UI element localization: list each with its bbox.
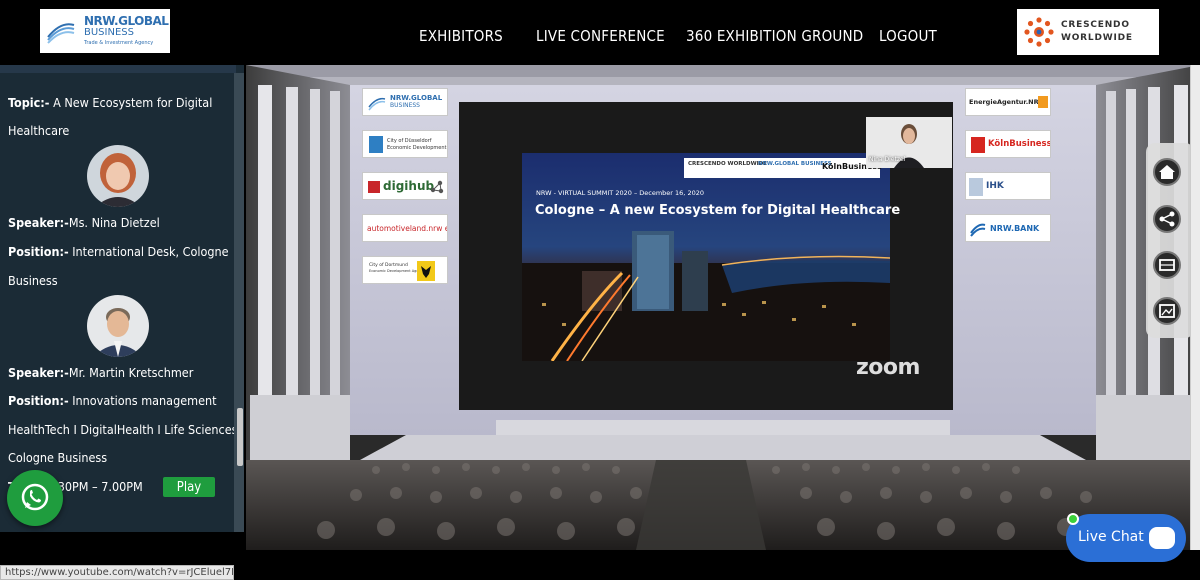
speaker-2-name: Mr. Martin Kretschmer <box>68 365 194 380</box>
nrw-logo-title: NRW.GLOBAL <box>84 14 169 28</box>
speaker-2-line: Speaker:-Mr. Martin Kretschmer <box>8 365 193 380</box>
sponsor-nrw-global-business[interactable]: NRW.GLOBAL BUSINESS <box>362 88 448 116</box>
speaker-avatar-martin <box>87 295 149 357</box>
speaker-1-label: Speaker:- <box>8 215 69 230</box>
topic-text: A New Ecosystem for Digital <box>53 95 213 110</box>
film-icon <box>1159 259 1175 271</box>
sponsor-automotiveland[interactable]: automotiveland.nrw e.V. <box>362 214 448 242</box>
play-button[interactable]: Play <box>163 477 215 497</box>
gallery-icon <box>1159 304 1175 318</box>
online-status-dot <box>1067 513 1079 525</box>
film-button[interactable] <box>1153 251 1181 279</box>
sponsor-dortmund-line1: City of Dortmund <box>369 263 408 268</box>
crescendo-sunburst-icon <box>1024 17 1054 47</box>
crescendo-logo-line1: CRESCENDO <box>1061 20 1130 30</box>
sponsor-ihk[interactable]: IHK <box>965 172 1051 200</box>
share-button[interactable] <box>1153 205 1181 233</box>
page-scroll-track[interactable] <box>1190 65 1200 550</box>
whatsapp-icon <box>21 483 49 511</box>
topic-line-1: Topic:- A New Ecosystem for Digital <box>8 95 212 110</box>
nav-logout[interactable]: LOGOUT <box>879 27 937 45</box>
speaker-avatar-nina <box>87 145 149 207</box>
position-2-label: Position:- <box>8 393 69 408</box>
position-1-text: International Desk, Cologne <box>72 244 229 259</box>
crescendo-worldwide-logo[interactable]: CRESCENDO WORLDWIDE <box>1017 9 1159 55</box>
sponsor-automotiveland-name: automotiveland.nrw e.V. <box>367 224 447 233</box>
position-2-line-3: Cologne Business <box>8 450 108 465</box>
sponsor-digihub[interactable]: digihub <box>362 172 448 200</box>
topic-line-2: Healthcare <box>8 123 70 138</box>
speaker-1-name: Ms. Nina Dietzel <box>68 215 160 230</box>
sponsor-duesseldorf-line1: City of Düsseldorf <box>387 138 432 144</box>
topic-label: Topic:- <box>8 95 50 110</box>
nrw-logo-tagline: Trade & Investment Agency <box>84 40 154 46</box>
nav-360-exhibition-ground[interactable]: 360 EXHIBITION GROUND <box>686 27 863 45</box>
position-1-label: Position:- <box>8 244 69 259</box>
presentation-slide <box>522 153 890 361</box>
sponsor-ihk-name: IHK <box>986 181 1004 191</box>
home-button[interactable] <box>1153 158 1181 186</box>
sponsor-nrw-bank-name: NRW.BANK <box>990 224 1040 233</box>
koeln-k-icon <box>971 137 985 153</box>
link-status-url: https://www.youtube.com/watch?v=rJCEluel… <box>0 565 234 580</box>
nrw-bank-mark-icon <box>970 223 986 237</box>
position-2-line: Position:- Innovations management <box>8 393 217 408</box>
live-chat-label: Live Chat <box>1078 529 1144 545</box>
slide-logos-strip: CRESCENDO WORLDWIDE NRW.GLOBAL BUSINESS … <box>684 158 882 178</box>
speaker-1-line: Speaker:-Ms. Nina Dietzel <box>8 215 160 230</box>
share-icon <box>1159 211 1175 227</box>
sponsor-nrw-line1: NRW.GLOBAL <box>390 94 443 102</box>
gallery-button[interactable] <box>1153 297 1181 325</box>
chat-bubble-icon <box>1149 527 1175 549</box>
speaker-photo-nina <box>87 145 149 207</box>
crescendo-logo-line2: WORLDWIDE <box>1061 33 1133 43</box>
nav-exhibitors[interactable]: EXHIBITORS <box>419 27 503 45</box>
energie-mark-icon <box>1038 96 1048 108</box>
home-icon <box>1159 165 1175 179</box>
nrw-logo-subtitle: BUSINESS <box>84 27 134 38</box>
speaker-2-label: Speaker:- <box>8 365 69 380</box>
network-nodes-icon <box>430 180 444 194</box>
slide-logo-crescendo: CRESCENDO WORLDWIDE <box>688 161 768 167</box>
speaker-photo-martin <box>87 295 149 357</box>
panel-top-strip <box>0 65 236 73</box>
sponsor-duesseldorf-line2: Economic Development <box>387 145 447 151</box>
sponsor-nrw-bank[interactable]: NRW.BANK <box>965 214 1051 242</box>
sponsor-nrw-line2: BUSINESS <box>390 102 420 109</box>
whatsapp-button[interactable] <box>7 470 63 526</box>
slide-title: Cologne – A new Ecosystem for Digital He… <box>535 203 901 218</box>
zoom-wordmark: zoom <box>856 355 920 380</box>
time-text: 30PM – 7.00PM <box>57 479 143 494</box>
ihk-mark-icon <box>969 178 983 196</box>
sponsor-energieagentur[interactable]: EnergieAgentur.NRW <box>965 88 1051 116</box>
nrw-global-business-logo[interactable]: NRW.GLOBAL BUSINESS Trade & Investment A… <box>40 9 170 53</box>
position-1-line: Position:- International Desk, Cologne <box>8 244 229 259</box>
sponsor-digihub-name: digihub <box>383 179 435 193</box>
nav-live-conference[interactable]: LIVE CONFERENCE <box>536 27 665 45</box>
cologne-night-photo <box>522 153 890 361</box>
panel-scroll-thumb[interactable] <box>237 408 243 466</box>
sponsor-koelnbusiness[interactable]: KölnBusiness <box>965 130 1051 158</box>
camera-name-label: Nina Dietzel <box>869 156 906 163</box>
digihub-mark-icon <box>368 181 380 193</box>
sponsor-dortmund[interactable]: City of Dortmund Economic Development Ag… <box>362 256 448 284</box>
duesseldorf-crest-icon <box>369 136 383 153</box>
slide-subtitle: NRW - VIRTUAL SUMMIT 2020 – December 16,… <box>536 189 704 197</box>
position-1-line-2: Business <box>8 273 58 288</box>
nrw-swoosh-icon <box>47 23 75 44</box>
position-2-line-2: HealthTech I DigitalHealth I Life Scienc… <box>8 422 242 437</box>
slide-logo-nrw: NRW.GLOBAL BUSINESS <box>758 161 832 167</box>
dortmund-eagle-icon <box>417 261 435 281</box>
top-nav-bar: NRW.GLOBAL BUSINESS Trade & Investment A… <box>0 0 1200 65</box>
position-2-text: Innovations management <box>72 393 217 408</box>
sponsor-duesseldorf[interactable]: City of Düsseldorf Economic Development <box>362 130 448 158</box>
sponsor-koelnbusiness-name: KölnBusiness <box>988 139 1051 149</box>
sponsor-energieagentur-name: EnergieAgentur.NRW <box>969 98 1046 106</box>
